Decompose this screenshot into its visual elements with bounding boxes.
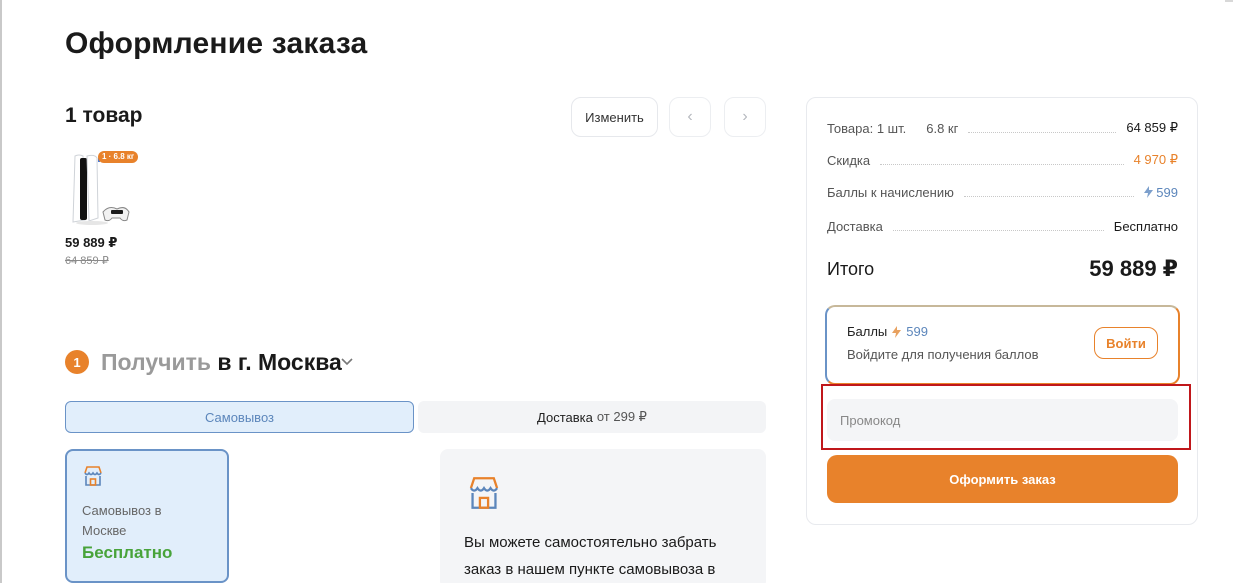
step-number: 1: [65, 350, 89, 374]
dotted-leader: [892, 230, 1104, 231]
lightning-icon: [892, 325, 902, 338]
goods-label: Товара: 1 шт.: [827, 120, 907, 136]
receive-heading: Получить в г. Москва: [101, 349, 342, 376]
total-label: Итого: [827, 258, 875, 279]
discount-label: Скидка: [827, 152, 871, 168]
pickup-info-text: Вы можете самостоятельно забрать заказ в…: [464, 534, 717, 578]
bonus-number: 599: [1156, 185, 1178, 200]
store-icon: [84, 466, 102, 486]
weight-badge: 1 · 6.8 кг: [98, 151, 139, 163]
lightning-icon: [1144, 186, 1154, 198]
summary-row-goods: Товара: 1 шт. 6.8 кг 64 859 ₽: [827, 120, 1178, 136]
product-old-price: 64 859 ₽: [65, 255, 109, 267]
edit-cart-button[interactable]: Изменить: [571, 97, 658, 137]
receive-title: Получить: [101, 349, 212, 375]
points-value: 599: [906, 324, 928, 339]
points-subtitle: Войдите для получения баллов: [847, 347, 1039, 362]
promo-code-input[interactable]: [827, 399, 1178, 441]
product-price: 59 889 ₽: [65, 235, 118, 250]
tab-delivery-price: от 299 ₽: [596, 409, 647, 424]
pickup-option-title: Самовывоз в Москве: [82, 503, 162, 538]
page-title: Оформление заказа: [65, 27, 368, 60]
goods-weight: 6.8 кг: [926, 120, 959, 136]
chevron-down-icon[interactable]: [340, 354, 354, 368]
points-card: Баллы 599 Войдите для получения баллов В…: [825, 305, 1180, 385]
dotted-leader: [963, 196, 1135, 197]
dotted-leader: [880, 163, 1124, 165]
window-border: [0, 0, 2, 583]
summary-row-bonus: Баллы к начислению 599: [827, 185, 1178, 200]
delivery-value: Бесплатно: [1113, 219, 1178, 234]
summary-row-delivery: Доставка Бесплатно: [827, 219, 1178, 234]
order-summary: Товара: 1 шт. 6.8 кг 64 859 ₽ Скидка 4 9…: [806, 97, 1198, 525]
points-label: Баллы: [847, 324, 888, 339]
dotted-leader: [968, 131, 1117, 133]
tab-pickup[interactable]: Самовывоз: [65, 401, 414, 433]
carousel-prev-button[interactable]: ‹: [669, 97, 711, 137]
bonus-value: 599: [1144, 185, 1178, 200]
summary-row-discount: Скидка 4 970 ₽: [827, 152, 1178, 168]
pickup-option-price: Бесплатно: [82, 543, 173, 562]
chevron-left-icon: ‹: [687, 108, 693, 125]
city-selector[interactable]: в г. Москва: [217, 349, 341, 375]
tab-delivery-label: Доставка: [537, 409, 593, 425]
pickup-option-card[interactable]: Самовывоз в Москве Бесплатно: [65, 449, 229, 583]
bonus-label: Баллы к начислению: [827, 185, 954, 200]
summary-total: Итого 59 889 ₽: [827, 256, 1178, 282]
pickup-info-card: Вы можете самостоятельно забрать заказ в…: [440, 449, 766, 583]
chevron-right-icon: ›: [742, 108, 748, 125]
login-button[interactable]: Войти: [1094, 327, 1158, 359]
points-title: Баллы 599: [847, 324, 928, 339]
cart-items-title: 1 товар: [65, 104, 143, 127]
carousel-next-button[interactable]: ›: [724, 97, 766, 137]
tab-delivery[interactable]: Доставка от 299 ₽: [418, 401, 766, 433]
place-order-button[interactable]: Оформить заказ: [827, 455, 1178, 503]
total-value: 59 889 ₽: [1089, 256, 1178, 281]
window-corner-mark: [1225, 0, 1233, 2]
store-icon: [469, 477, 499, 509]
delivery-label: Доставка: [827, 219, 883, 234]
goods-value: 64 859 ₽: [1126, 120, 1178, 135]
discount-value: 4 970 ₽: [1133, 152, 1178, 167]
